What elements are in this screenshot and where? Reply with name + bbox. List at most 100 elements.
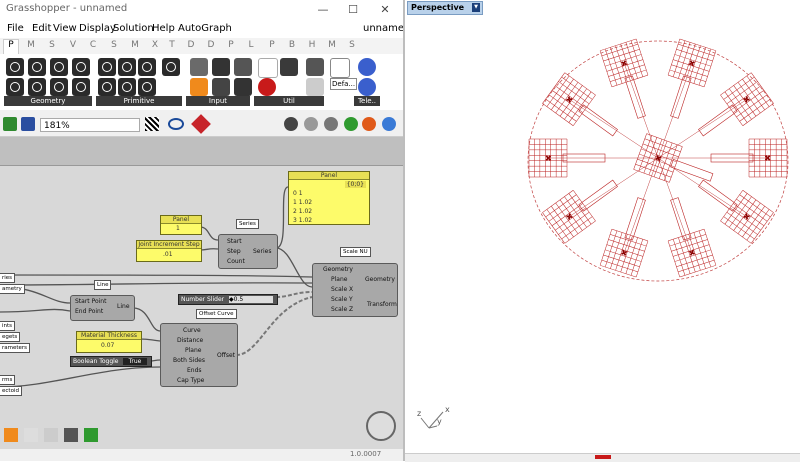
- import-icon[interactable]: [190, 58, 208, 76]
- menu-solution[interactable]: Solution: [113, 23, 154, 34]
- arc-param-icon[interactable]: [50, 58, 68, 76]
- rhino-viewport[interactable]: Perspective ▼ ✖ ✖ ✖ ✖ ✖ ✖ ✖ ✖ ✖ ✖ ✖ x z y: [405, 0, 800, 462]
- boolean-toggle[interactable]: Boolean Toggle True: [70, 356, 152, 367]
- colour-param-icon[interactable]: [98, 78, 116, 96]
- number-param-icon[interactable]: [162, 58, 180, 76]
- menu-autograph[interactable]: AutoGraph: [178, 23, 232, 34]
- group-input[interactable]: Input: [186, 96, 250, 106]
- scale-output-transform[interactable]: Transform: [367, 301, 397, 308]
- line-component[interactable]: Start Point End Point Line: [70, 295, 135, 321]
- domain-param-icon[interactable]: [118, 78, 136, 96]
- scale-input-z[interactable]: Scale Z: [331, 306, 353, 313]
- offset-input-bothsides[interactable]: Both Sides: [173, 357, 205, 364]
- series-output[interactable]: Series: [253, 248, 271, 255]
- preview-shaded-icon[interactable]: [324, 117, 338, 131]
- scale-input-geometry[interactable]: Geometry: [323, 266, 353, 273]
- tab-sets[interactable]: S: [45, 40, 59, 50]
- sketch-widget-icon[interactable]: [24, 428, 38, 442]
- document-preview-icon[interactable]: [362, 117, 376, 131]
- joint-increment-panel[interactable]: Joint Increment Step .01: [136, 240, 202, 262]
- tab-display[interactable]: D: [184, 40, 198, 50]
- menu-help[interactable]: Help: [152, 23, 175, 34]
- open-file-icon[interactable]: [3, 117, 17, 131]
- group-geometry[interactable]: Geometry: [4, 96, 92, 106]
- series-input-start[interactable]: Start: [227, 238, 242, 245]
- button-icon[interactable]: [234, 58, 252, 76]
- group-teleport[interactable]: Tele..: [354, 96, 380, 106]
- line-input-start[interactable]: Start Point: [75, 298, 106, 305]
- default-icon[interactable]: [330, 58, 350, 78]
- group-primitive[interactable]: Primitive: [96, 96, 182, 106]
- zoom-extents-icon[interactable]: [145, 117, 159, 131]
- circle-param-icon[interactable]: [28, 58, 46, 76]
- arrow-right-icon[interactable]: [306, 58, 324, 76]
- navigation-dial-icon[interactable]: [366, 411, 396, 441]
- offset-input-distance[interactable]: Distance: [177, 337, 203, 344]
- preview-wire-icon[interactable]: [304, 117, 318, 131]
- panel-output[interactable]: Panel {0;0} 0 1 1 1.02 2 1.02 3 1.02: [288, 171, 370, 225]
- gradient-widget-icon[interactable]: [4, 428, 18, 442]
- tab-intersect[interactable]: X: [148, 40, 162, 50]
- offset-output[interactable]: Offset: [217, 352, 235, 359]
- gh-canvas[interactable]: ries ametry ints egets rameters rms ecto…: [0, 137, 403, 449]
- save-file-icon[interactable]: [21, 117, 35, 131]
- menu-file[interactable]: File: [7, 23, 24, 34]
- preview-off-icon[interactable]: [284, 117, 298, 131]
- menu-edit[interactable]: Edit: [32, 23, 51, 34]
- menu-display[interactable]: Display: [79, 23, 116, 34]
- tab-params[interactable]: P: [3, 39, 19, 54]
- preview-eye-icon[interactable]: [168, 118, 184, 130]
- minimize-button[interactable]: —: [308, 1, 338, 19]
- box-param-icon[interactable]: [72, 58, 90, 76]
- sketch-pen-icon[interactable]: [191, 114, 211, 134]
- panel-icon[interactable]: [234, 78, 252, 96]
- tab-surface[interactable]: S: [107, 40, 121, 50]
- tab-p3[interactable]: P: [265, 40, 279, 50]
- offset-curve-component[interactable]: Curve Distance Plane Both Sides Ends Cap…: [160, 323, 238, 387]
- tab-curve[interactable]: C: [86, 40, 100, 50]
- close-button[interactable]: ✕: [370, 1, 400, 19]
- tab-p2[interactable]: P: [224, 40, 238, 50]
- line-param-icon[interactable]: [28, 78, 46, 96]
- maximize-button[interactable]: ☐: [338, 1, 368, 19]
- line-input-end[interactable]: End Point: [75, 308, 103, 315]
- tab-l[interactable]: L: [244, 40, 258, 50]
- fork-widget-icon[interactable]: [84, 428, 98, 442]
- curve-param-icon[interactable]: [6, 78, 24, 96]
- tab-m2[interactable]: M: [325, 40, 339, 50]
- zoom-field[interactable]: 181%: [40, 118, 140, 132]
- mesh-quality-icon[interactable]: [382, 117, 396, 131]
- scale-input-x[interactable]: Scale X: [331, 286, 353, 293]
- number-slider[interactable]: Number Slider ◆0.5: [178, 294, 278, 305]
- point-param-icon[interactable]: [6, 58, 24, 76]
- boolean-param-icon[interactable]: [98, 58, 116, 76]
- tab-s3[interactable]: S: [345, 40, 359, 50]
- tab-d2[interactable]: D: [204, 40, 218, 50]
- tab-mesh[interactable]: M: [128, 40, 142, 50]
- series-input-step[interactable]: Step: [227, 248, 241, 255]
- value-list-icon[interactable]: [212, 58, 230, 76]
- pen-widget-icon[interactable]: [44, 428, 58, 442]
- offset-input-plane[interactable]: Plane: [185, 347, 201, 354]
- tree-icon[interactable]: [280, 58, 298, 76]
- scale-output-geometry[interactable]: Geometry: [365, 276, 395, 283]
- panel-input[interactable]: Panel 1: [160, 215, 202, 235]
- toggle-icon[interactable]: [212, 78, 230, 96]
- scale-nu-component[interactable]: Geometry Plane Scale X Scale Y Scale Z G…: [312, 263, 398, 317]
- offset-input-curve[interactable]: Curve: [183, 327, 201, 334]
- scale-input-plane[interactable]: Plane: [331, 276, 347, 283]
- series-component[interactable]: Start Step Count Series: [218, 234, 278, 269]
- preview-selected-icon[interactable]: [344, 117, 358, 131]
- arrow-right-outline-icon[interactable]: [306, 78, 324, 96]
- text-param-icon[interactable]: [138, 58, 156, 76]
- tab-h[interactable]: H: [305, 40, 319, 50]
- teleport2-icon[interactable]: [358, 78, 376, 96]
- gradient-icon[interactable]: [190, 78, 208, 96]
- tab-vector[interactable]: V: [66, 40, 80, 50]
- menu-view[interactable]: View: [53, 23, 77, 34]
- material-thickness-panel[interactable]: Material Thickness 0.07: [76, 331, 142, 353]
- tab-maths[interactable]: M: [24, 40, 38, 50]
- line-output[interactable]: Line: [117, 303, 130, 310]
- series-input-count[interactable]: Count: [227, 258, 245, 265]
- tab-b[interactable]: B: [285, 40, 299, 50]
